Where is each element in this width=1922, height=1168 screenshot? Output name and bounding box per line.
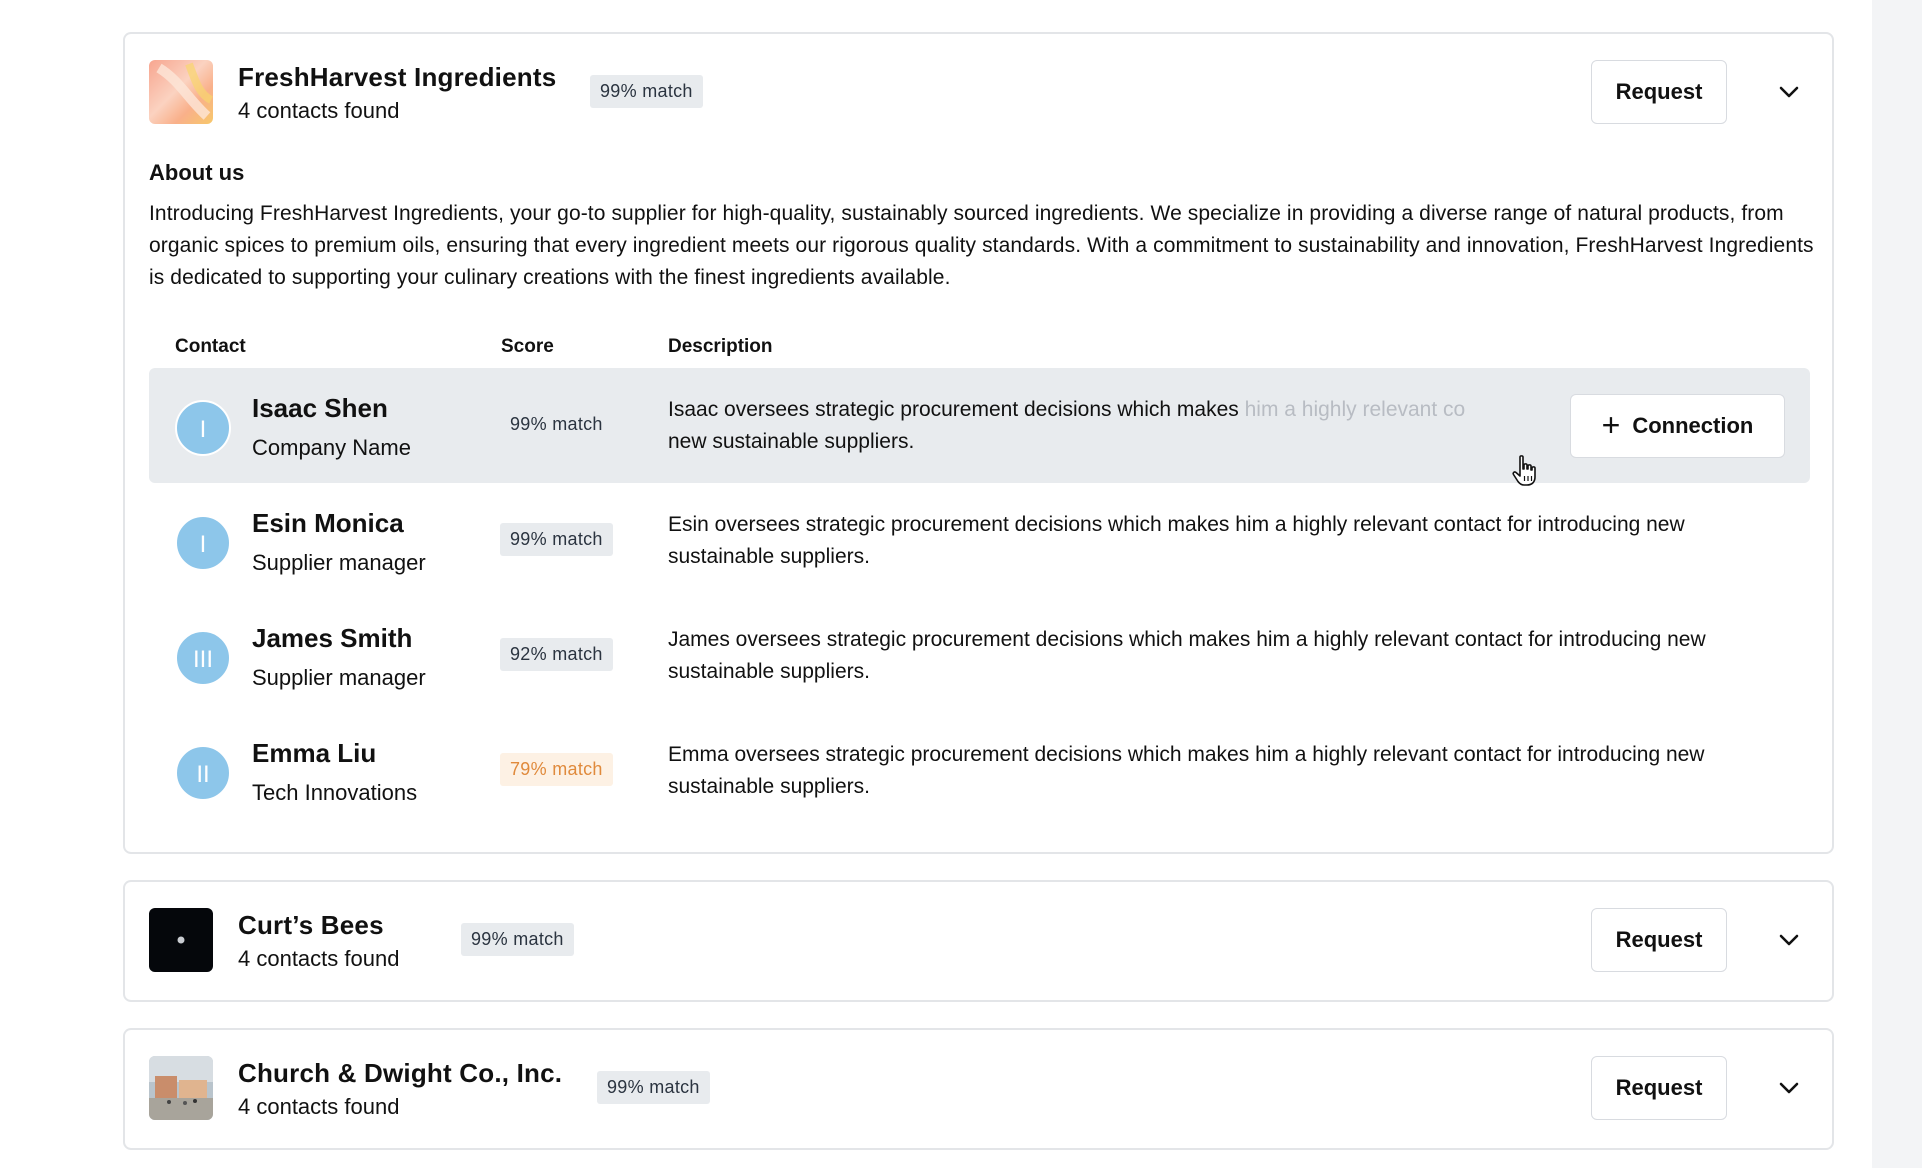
score-badge: 79% match <box>500 753 613 786</box>
contact-row[interactable]: II Emma Liu Tech Innovations 79% match E… <box>149 713 1810 828</box>
match-badge: 99% match <box>461 923 574 956</box>
about-text: Introducing FreshHarvest Ingredients, yo… <box>149 202 1814 289</box>
contact-role: Tech Innovations <box>252 780 418 805</box>
add-connection-label: Connection <box>1632 413 1754 438</box>
chevron-down-icon[interactable] <box>1775 78 1803 106</box>
contact-description: James oversees strategic procurement dec… <box>668 628 1706 683</box>
chevron-down-icon[interactable] <box>1775 1074 1803 1102</box>
company-card-header[interactable]: FreshHarvest Ingredients 4 contacts foun… <box>149 60 1808 124</box>
avatar: I <box>175 400 231 456</box>
column-header-contact: Contact <box>175 336 246 357</box>
company-card-header[interactable]: Curt’s Bees 4 contacts found 99% match R… <box>149 908 1808 972</box>
contact-description: Isaac oversees strategic procurement dec… <box>668 394 1528 458</box>
contacts-count: 4 contacts found <box>238 98 400 123</box>
match-badge: 99% match <box>590 75 703 108</box>
hand-pointer-icon <box>1512 455 1536 486</box>
contact-row[interactable]: I Esin Monica Supplier manager 99% match… <box>149 483 1810 598</box>
company-name: Curt’s Bees <box>238 910 384 940</box>
description-faded-text: him a highly relevant co <box>1244 398 1466 421</box>
avatar: I <box>175 515 231 571</box>
contacts-count: 4 contacts found <box>238 1094 400 1119</box>
contact-name: Emma Liu <box>252 738 377 768</box>
company-name: Church & Dwight Co., Inc. <box>238 1058 563 1088</box>
contact-description: Emma oversees strategic procurement deci… <box>668 743 1705 798</box>
description-text-line2: new sustainable suppliers. <box>668 430 915 453</box>
description-text: Isaac oversees strategic procurement dec… <box>668 398 1245 421</box>
contact-name: Esin Monica <box>252 508 404 538</box>
match-badge: 99% match <box>597 1071 710 1104</box>
contact-name: James Smith <box>252 623 413 653</box>
company-logo <box>149 1056 213 1120</box>
contact-row[interactable]: I Isaac Shen Company Name 99% match Isaa… <box>149 368 1810 483</box>
contact-role: Supplier manager <box>252 550 426 575</box>
score-badge: 99% match <box>510 414 603 434</box>
request-button[interactable]: Request <box>1591 60 1727 124</box>
company-logo <box>149 60 213 124</box>
contacts-count: 4 contacts found <box>238 946 400 971</box>
company-card-freshharvest: FreshHarvest Ingredients 4 contacts foun… <box>123 32 1834 854</box>
company-card-curts-bees: Curt’s Bees 4 contacts found 99% match R… <box>123 880 1834 1002</box>
contact-row[interactable]: III James Smith Supplier manager 92% mat… <box>149 598 1810 713</box>
column-header-description: Description <box>668 336 773 357</box>
scrollbar-track[interactable] <box>1872 0 1922 1168</box>
score-badge: 92% match <box>500 638 613 671</box>
avatar: II <box>175 745 231 801</box>
score-badge: 99% match <box>500 523 613 556</box>
contact-role: Supplier manager <box>252 665 426 690</box>
plus-icon: + <box>1601 406 1621 443</box>
column-header-score: Score <box>501 336 554 357</box>
about-title: About us <box>149 160 245 185</box>
request-button[interactable]: Request <box>1591 1056 1727 1120</box>
add-connection-button[interactable]: + Connection <box>1570 394 1785 458</box>
request-button[interactable]: Request <box>1591 908 1727 972</box>
company-card-church-dwight: Church & Dwight Co., Inc. 4 contacts fou… <box>123 1028 1834 1150</box>
contact-role: Company Name <box>252 435 411 460</box>
contact-name: Isaac Shen <box>252 393 388 423</box>
avatar: III <box>175 630 231 686</box>
company-logo <box>149 908 213 972</box>
company-name: FreshHarvest Ingredients <box>238 62 557 92</box>
contact-description: Esin oversees strategic procurement deci… <box>668 513 1685 568</box>
chevron-down-icon[interactable] <box>1775 926 1803 954</box>
company-card-header[interactable]: Church & Dwight Co., Inc. 4 contacts fou… <box>149 1056 1808 1120</box>
